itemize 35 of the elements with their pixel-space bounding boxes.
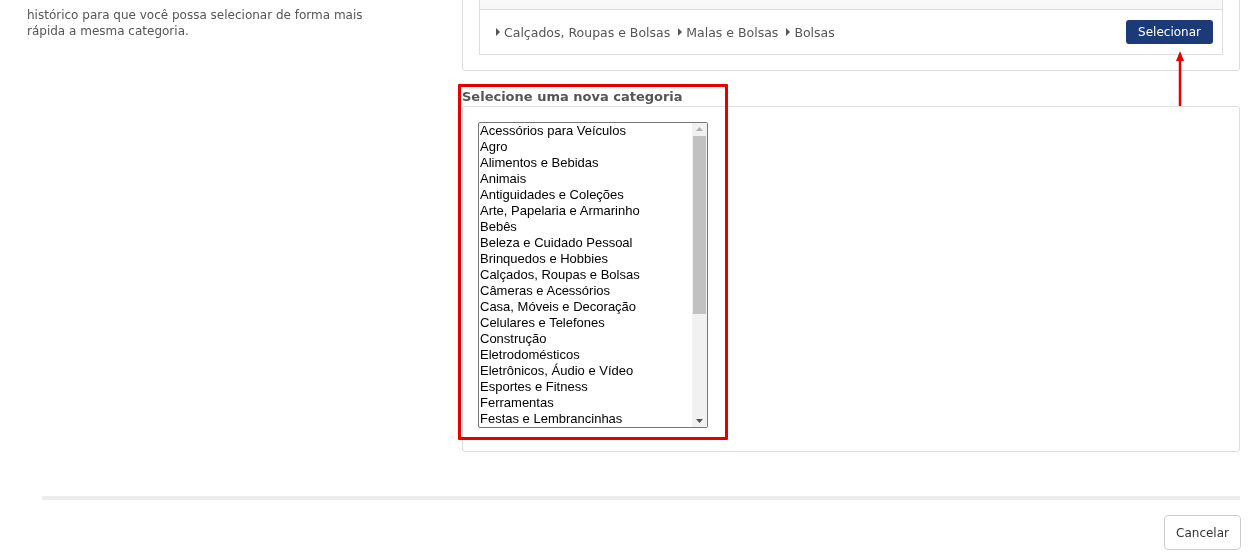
caret-icon bbox=[496, 28, 500, 36]
category-option[interactable]: Acessórios para Veículos bbox=[479, 123, 692, 139]
category-option[interactable]: Antiguidades e Coleções bbox=[479, 187, 692, 203]
caret-icon bbox=[678, 28, 683, 36]
history-note: histórico para que você possa selecionar de forma mais rápida a mesma categoria. bbox=[27, 7, 364, 39]
scroll-down-icon[interactable] bbox=[696, 419, 703, 423]
select-button[interactable]: Selecionar bbox=[1126, 20, 1213, 44]
annotation-arrow bbox=[1176, 51, 1184, 106]
category-option[interactable]: Esportes e Fitness bbox=[479, 379, 692, 395]
category-listbox[interactable] bbox=[478, 122, 708, 428]
category-option[interactable]: Beleza e Cuidado Pessoal bbox=[479, 235, 692, 251]
category-option[interactable]: Celulares e Telefones bbox=[479, 315, 692, 331]
caret-icon bbox=[786, 28, 791, 36]
section-heading: Selecione uma nova categoria bbox=[462, 89, 684, 105]
category-option[interactable]: Ferramentas bbox=[479, 395, 692, 411]
category-option[interactable]: Agro bbox=[479, 139, 692, 155]
scrollbar[interactable] bbox=[692, 123, 707, 427]
breadcrumb-text: Calçados, Roupas e Bolsas bbox=[504, 24, 671, 40]
scrollbar-thumb[interactable] bbox=[693, 136, 706, 314]
breadcrumb-text: Malas e Bolsas bbox=[686, 24, 779, 40]
category-option[interactable]: Alimentos e Bebidas bbox=[479, 155, 692, 171]
category-option[interactable]: Eletrodomésticos bbox=[479, 347, 692, 363]
category-option[interactable]: Construção bbox=[479, 331, 692, 347]
category-option[interactable]: Calçados, Roupas e Bolsas bbox=[479, 267, 692, 283]
category-option[interactable]: Arte, Papelaria e Armarinho bbox=[479, 203, 692, 219]
category-option[interactable]: Festas e Lembrancinhas bbox=[479, 411, 692, 427]
category-option[interactable]: Bebês bbox=[479, 219, 692, 235]
scroll-up-icon[interactable] bbox=[696, 127, 703, 131]
category-option[interactable]: Animais bbox=[479, 171, 692, 187]
category-option[interactable]: Câmeras e Acessórios bbox=[479, 283, 692, 299]
category-option[interactable]: Eletrônicos, Áudio e Vídeo bbox=[479, 363, 692, 379]
category-option[interactable]: Brinquedos e Hobbies bbox=[479, 251, 692, 267]
category-option[interactable]: Casa, Móveis e Decoração bbox=[479, 299, 692, 315]
cancel-button[interactable]: Cancelar bbox=[1164, 515, 1241, 550]
breadcrumb-text: Bolsas bbox=[794, 24, 835, 40]
